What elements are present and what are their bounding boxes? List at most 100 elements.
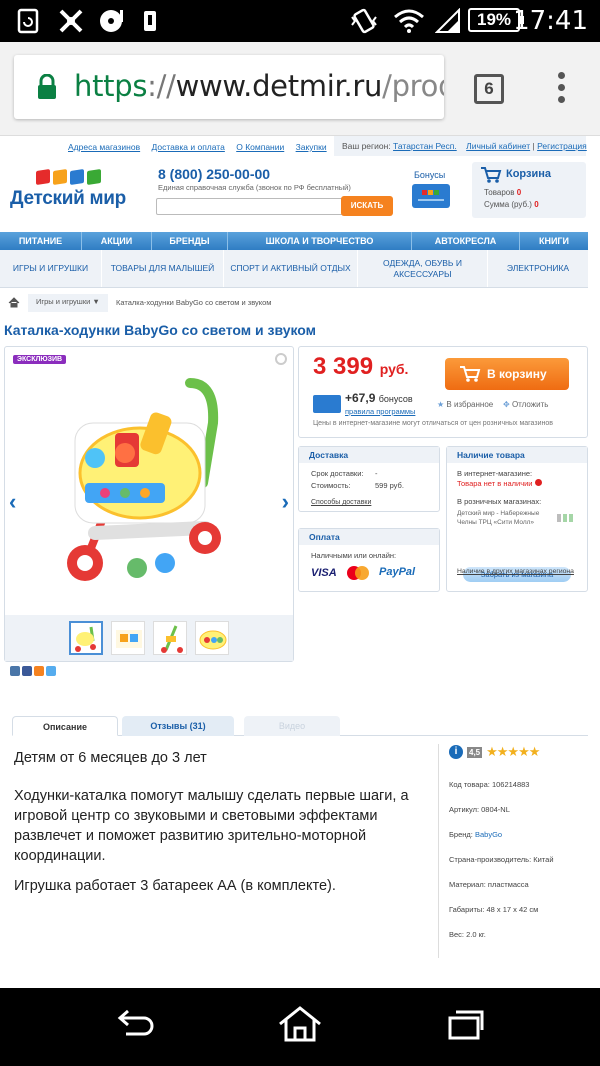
- main-menu: ПИТАНИЕ АКЦИИ БРЕНДЫ ШКОЛА И ТВОРЧЕСТВО …: [0, 232, 588, 250]
- vk-icon[interactable]: [10, 666, 20, 676]
- address-bar[interactable]: https://www.detmir.ru/produc: [14, 55, 444, 119]
- cart-widget[interactable]: Корзина Товаров 0 Сумма (руб.) 0: [472, 162, 586, 218]
- wifi-icon: [392, 7, 426, 35]
- spec-article: Артикул: 0804-NL: [449, 805, 510, 814]
- spec-size: Габариты: 48 x 17 x 42 см: [449, 905, 539, 914]
- delivery-methods-link[interactable]: Способы доставки: [311, 499, 371, 506]
- home-nav-icon[interactable]: [276, 1004, 324, 1049]
- store-name[interactable]: Детский мир - Набережные Челны ТРЦ «Сити…: [457, 509, 549, 527]
- spec-country: Страна-производитель: Китай: [449, 855, 554, 864]
- battery-note: Игрушка работает 3 батареек АА (в компле…: [14, 878, 336, 894]
- screen-rotate-icon: [14, 7, 42, 35]
- vibrate-icon: [348, 7, 380, 35]
- star-icon: ★: [437, 400, 445, 409]
- home-icon[interactable]: [8, 297, 26, 309]
- visa-logo: VISA: [311, 567, 337, 579]
- rating-row[interactable]: i 4,5 ★★★★★: [449, 744, 588, 760]
- stores-link[interactable]: Адреса магазинов: [68, 142, 140, 152]
- browser-toolbar: https://www.detmir.ru/produc 6: [0, 42, 600, 136]
- paypal-logo: PayPal: [379, 566, 416, 578]
- region-link[interactable]: Татарстан Респ.: [393, 141, 457, 151]
- delivery-link[interactable]: Доставка и оплата: [152, 142, 225, 152]
- thumbnail-4[interactable]: [195, 621, 229, 655]
- purchases-link[interactable]: Закупки: [296, 142, 327, 152]
- bonus-card-icon: [313, 395, 341, 413]
- url-text[interactable]: https://www.detmir.ru/produc: [74, 69, 444, 103]
- save-for-later[interactable]: ✥ Отложить: [503, 400, 548, 409]
- tab-description[interactable]: Описание: [12, 716, 118, 736]
- tab-video[interactable]: Видео: [244, 716, 340, 736]
- product-tabs: Описание Отзывы (31) Видео: [12, 716, 588, 736]
- thumbnail-1[interactable]: [69, 621, 103, 655]
- unavailable-icon: [534, 479, 542, 486]
- category-baby[interactable]: ТОВАРЫ ДЛЯ МАЛЫШЕЙ: [102, 250, 224, 287]
- thumbnail-2[interactable]: [111, 621, 145, 655]
- category-menu: ИГРЫ И ИГРУШКИ ТОВАРЫ ДЛЯ МАЛЫШЕЙ СПОРТ …: [0, 250, 588, 288]
- web-page: Адреса магазинов Доставка и оплата О Ком…: [0, 136, 600, 984]
- brand-link[interactable]: BabyGo: [475, 830, 502, 839]
- recents-icon[interactable]: [446, 1008, 486, 1047]
- program-rules-link[interactable]: правила программы: [345, 407, 415, 416]
- disc-icon: [96, 7, 126, 35]
- add-to-favorites[interactable]: ★ В избранное: [437, 400, 493, 409]
- gallery-next-icon[interactable]: ›: [282, 489, 289, 515]
- facebook-icon[interactable]: [22, 666, 32, 676]
- info-icon[interactable]: i: [449, 745, 463, 759]
- account-link[interactable]: Личный кабинет: [466, 141, 530, 151]
- product-title: Каталка-ходунки BabyGo со светом и звуко…: [4, 322, 317, 338]
- description-text: Ходунки-каталка помогут малышу сделать п…: [14, 788, 409, 864]
- about-link[interactable]: О Компании: [236, 142, 284, 152]
- bonus-label[interactable]: Бонусы: [414, 170, 445, 180]
- category-sport[interactable]: СПОРТ И АКТИВНЫЙ ОТДЫХ: [224, 250, 358, 287]
- menu-item-food[interactable]: ПИТАНИЕ: [0, 232, 82, 250]
- register-link[interactable]: Регистрация: [537, 141, 587, 151]
- breadcrumb-current: Каталка-ходунки BabyGo со светом и звуко…: [116, 298, 272, 307]
- zoom-icon[interactable]: [275, 353, 287, 365]
- overflow-menu-icon[interactable]: [552, 72, 570, 108]
- delivery-box: Доставка Срок доставки: - Стоимость: 599…: [298, 446, 440, 512]
- tab-switcher-button[interactable]: 6: [474, 74, 504, 104]
- phone-number[interactable]: 8 (800) 250-00-00: [158, 166, 270, 182]
- payment-box: Оплата Наличными или онлайн: VISA PayPal: [298, 528, 440, 592]
- other-stores-link[interactable]: Наличие в других магазинах региона: [457, 567, 577, 576]
- search-button[interactable]: ИСКАТЬ: [341, 196, 393, 216]
- menu-item-books[interactable]: КНИГИ: [520, 232, 588, 250]
- category-toys[interactable]: ИГРЫ И ИГРУШКИ: [0, 250, 102, 287]
- pin-icon: ✥: [503, 400, 510, 409]
- gallery-prev-icon[interactable]: ‹: [9, 489, 16, 515]
- back-icon[interactable]: [112, 1008, 156, 1047]
- signal-icon: [434, 7, 462, 35]
- rating-stars-icon: ★★★★★: [486, 744, 540, 759]
- product-description: Детям от 6 месяцев до 3 лет Ходунки-ката…: [14, 748, 424, 906]
- breadcrumb-category[interactable]: Игры и игрушки ▼: [28, 294, 108, 312]
- gallery-thumbnails: [5, 615, 293, 661]
- system-nav-bar: [0, 988, 600, 1066]
- bonus-card-icon[interactable]: [412, 184, 450, 208]
- thumbnail-3[interactable]: [153, 621, 187, 655]
- app-notification-icon: [56, 7, 86, 35]
- rating-score: 4,5: [467, 746, 483, 758]
- twitter-icon[interactable]: [46, 666, 56, 676]
- category-electronics[interactable]: ЭЛЕКТРОНИКА: [488, 250, 588, 287]
- age-range: Детям от 6 месяцев до 3 лет: [14, 750, 207, 766]
- menu-item-school[interactable]: ШКОЛА И ТВОРЧЕСТВО: [228, 232, 412, 250]
- availability-box: Наличие товара В интернет-магазине: Това…: [446, 446, 588, 592]
- spec-brand: Бренд: BabyGo: [449, 830, 503, 839]
- product-image[interactable]: [55, 363, 245, 593]
- lock-icon: [36, 73, 58, 105]
- phone-note: Единая справочная служба (звонок по РФ б…: [158, 183, 351, 192]
- spec-material: Материал: пластмасса: [449, 880, 529, 889]
- spec-weight: Вес: 2.0 кг.: [449, 930, 486, 939]
- category-clothes[interactable]: ОДЕЖДА, ОБУВЬ И АКСЕССУАРЫ: [358, 250, 488, 287]
- menu-item-sales[interactable]: АКЦИИ: [82, 232, 152, 250]
- mastercard-logo: [345, 565, 371, 583]
- menu-item-brands[interactable]: БРЕНДЫ: [152, 232, 228, 250]
- tab-reviews[interactable]: Отзывы (31): [122, 716, 234, 736]
- add-to-cart-button[interactable]: В корзину: [445, 358, 569, 390]
- clock: 17:41: [513, 6, 588, 36]
- odnoklassniki-icon[interactable]: [34, 666, 44, 676]
- site-logo[interactable]: Детский мир: [10, 169, 126, 210]
- product-price: 3 399 руб.: [313, 353, 409, 380]
- cart-icon: [480, 166, 502, 189]
- menu-item-carseats[interactable]: АВТОКРЕСЛА: [412, 232, 520, 250]
